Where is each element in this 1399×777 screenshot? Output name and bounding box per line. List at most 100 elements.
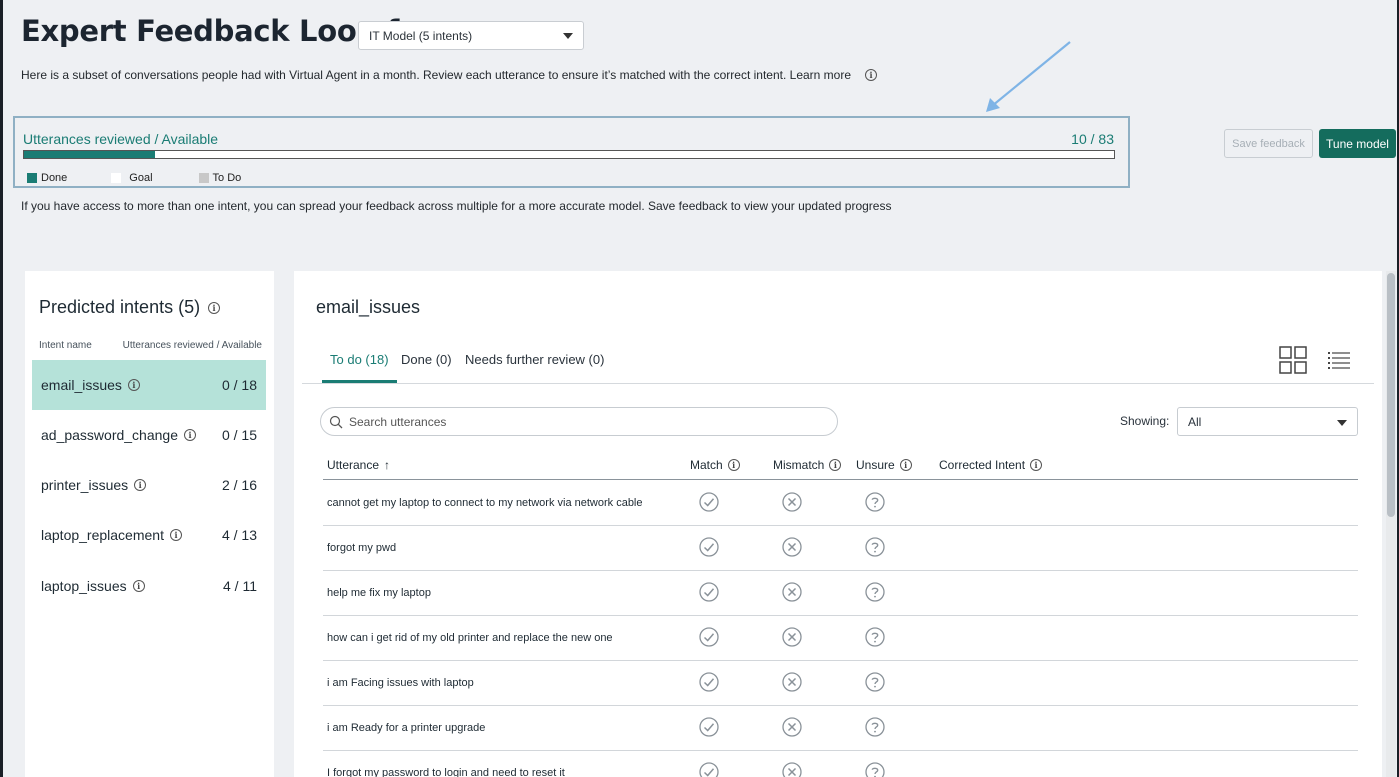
legend-goal-swatch	[111, 173, 122, 183]
sidebar-item-email-issues[interactable]: email_issues i 0 / 18	[32, 360, 266, 410]
mismatch-icon[interactable]	[782, 717, 802, 737]
table-row: how can i get rid of my old printer and …	[323, 616, 1358, 661]
unsure-icon[interactable]	[865, 492, 885, 512]
info-icon[interactable]: i	[134, 479, 147, 491]
progress-bar	[23, 150, 1115, 159]
info-icon[interactable]: i	[208, 301, 221, 314]
intent-name: email_issues i	[41, 377, 140, 393]
mismatch-icon[interactable]	[782, 762, 802, 777]
utterance-text: how can i get rid of my old printer and …	[327, 632, 613, 644]
grid-view-icon[interactable]	[1279, 346, 1307, 374]
scrollbar-thumb[interactable]	[1387, 273, 1395, 517]
mismatch-icon[interactable]	[782, 672, 802, 692]
mismatch-icon[interactable]	[782, 627, 802, 647]
unsure-icon[interactable]	[865, 717, 885, 737]
search-icon	[329, 415, 343, 428]
info-icon[interactable]: i	[865, 69, 878, 81]
sort-ascending-icon: ↑	[384, 458, 391, 472]
column-unsure-label: Unsure	[856, 458, 895, 472]
progress-bar-fill	[24, 151, 155, 158]
search-input[interactable]	[349, 414, 809, 429]
match-icon[interactable]	[699, 537, 719, 557]
intent-count: 0 / 15	[221, 427, 257, 443]
info-icon[interactable]: i	[899, 459, 912, 471]
showing-filter-select[interactable]: All	[1177, 407, 1358, 436]
match-icon[interactable]	[699, 717, 719, 737]
intent-label: printer_issues	[41, 477, 129, 493]
legend-done: Done	[27, 172, 67, 184]
sidebar-item-printer-issues[interactable]: printer_issues i 2 / 16	[32, 460, 266, 510]
intent-detail-panel: email_issues To do (18) Done (0) Needs f…	[294, 271, 1382, 777]
unsure-icon[interactable]	[865, 582, 885, 602]
match-icon[interactable]	[699, 672, 719, 692]
unsure-icon[interactable]	[865, 762, 885, 777]
mismatch-icon[interactable]	[782, 537, 802, 557]
mismatch-icon[interactable]	[782, 492, 802, 512]
info-icon[interactable]: i	[829, 459, 842, 471]
legend-todo: To Do	[198, 172, 241, 184]
intent-count: 4 / 13	[221, 527, 257, 543]
predicted-intents-panel: Predicted intents (5) i Intent name Utte…	[25, 271, 274, 777]
unsure-icon[interactable]	[865, 537, 885, 557]
legend-goal: Goal	[111, 172, 153, 184]
save-feedback-button[interactable]: Save feedback	[1224, 129, 1313, 158]
column-match: Match i	[690, 458, 740, 472]
legend-todo-swatch	[198, 173, 209, 183]
intro-text: Here is a subset of conversations people…	[21, 68, 878, 82]
intent-count: 0 / 18	[221, 377, 257, 393]
intent-name: laptop_replacement i	[41, 527, 182, 543]
caret-down-icon	[1337, 420, 1347, 426]
utterance-text: i am Ready for a printer upgrade	[327, 722, 486, 734]
intent-name: ad_password_change i	[41, 427, 196, 443]
list-view-icon[interactable]	[1328, 351, 1350, 369]
column-mismatch-label: Mismatch	[773, 458, 825, 472]
mismatch-icon[interactable]	[782, 582, 802, 602]
info-icon[interactable]: i	[169, 529, 182, 541]
tune-model-button[interactable]: Tune model	[1319, 129, 1396, 158]
utterance-text: I forgot my password to login and need t…	[327, 767, 565, 777]
unsure-icon[interactable]	[865, 627, 885, 647]
utterance-text: cannot get my laptop to connect to my ne…	[327, 497, 643, 509]
unsure-icon[interactable]	[865, 672, 885, 692]
sidebar-item-ad-password-change[interactable]: ad_password_change i 0 / 15	[32, 410, 266, 460]
caret-down-icon	[563, 33, 573, 39]
intro-description: Here is a subset of conversations people…	[21, 68, 852, 82]
model-select[interactable]: IT Model (5 intents)	[358, 21, 584, 50]
info-icon[interactable]: i	[127, 379, 140, 391]
column-intent-name: Intent name	[39, 340, 92, 351]
info-icon[interactable]: i	[727, 459, 740, 471]
tab-needs-further-review[interactable]: Needs further review (0)	[465, 352, 604, 380]
column-mismatch: Mismatch i	[773, 458, 842, 472]
model-select-value: IT Model (5 intents)	[369, 28, 473, 43]
column-corrected-intent: Corrected Intent i	[939, 458, 1043, 472]
tab-to-do[interactable]: To do (18)	[322, 352, 397, 383]
match-icon[interactable]	[699, 627, 719, 647]
info-icon[interactable]: i	[132, 580, 145, 592]
scrollbar[interactable]	[1386, 271, 1396, 777]
table-header: Utterance ↑ Match i Mismatch i Unsure i …	[323, 451, 1358, 480]
progress-panel: Utterances reviewed / Available 10 / 83 …	[13, 116, 1130, 188]
intent-heading: email_issues	[316, 297, 421, 317]
match-icon[interactable]	[699, 762, 719, 777]
table-row: cannot get my laptop to connect to my ne…	[323, 481, 1358, 526]
table-row: i am Facing issues with laptop	[323, 661, 1358, 706]
match-icon[interactable]	[699, 492, 719, 512]
sidebar-item-laptop-replacement[interactable]: laptop_replacement i 4 / 13	[32, 510, 266, 560]
intent-label: laptop_replacement	[41, 527, 164, 543]
intent-name: printer_issues i	[41, 477, 147, 493]
sidebar-item-laptop-issues[interactable]: laptop_issues i 4 / 11	[32, 561, 266, 611]
match-icon[interactable]	[699, 582, 719, 602]
column-corrected-intent-label: Corrected Intent	[939, 458, 1026, 472]
table-row: forgot my pwd	[323, 526, 1358, 571]
info-icon[interactable]: i	[184, 429, 196, 441]
table-row: i am Ready for a printer upgrade	[323, 706, 1358, 751]
tab-done[interactable]: Done (0)	[401, 352, 452, 380]
intent-label: laptop_issues	[41, 578, 127, 594]
info-icon[interactable]: i	[1030, 459, 1043, 471]
progress-label: Utterances reviewed / Available	[23, 131, 219, 147]
intent-count: 2 / 16	[221, 477, 257, 493]
column-utterance[interactable]: Utterance ↑	[327, 458, 390, 472]
showing-filter-value: All	[1188, 414, 1202, 429]
column-match-label: Match	[690, 458, 723, 472]
intent-label: email_issues	[41, 377, 122, 393]
